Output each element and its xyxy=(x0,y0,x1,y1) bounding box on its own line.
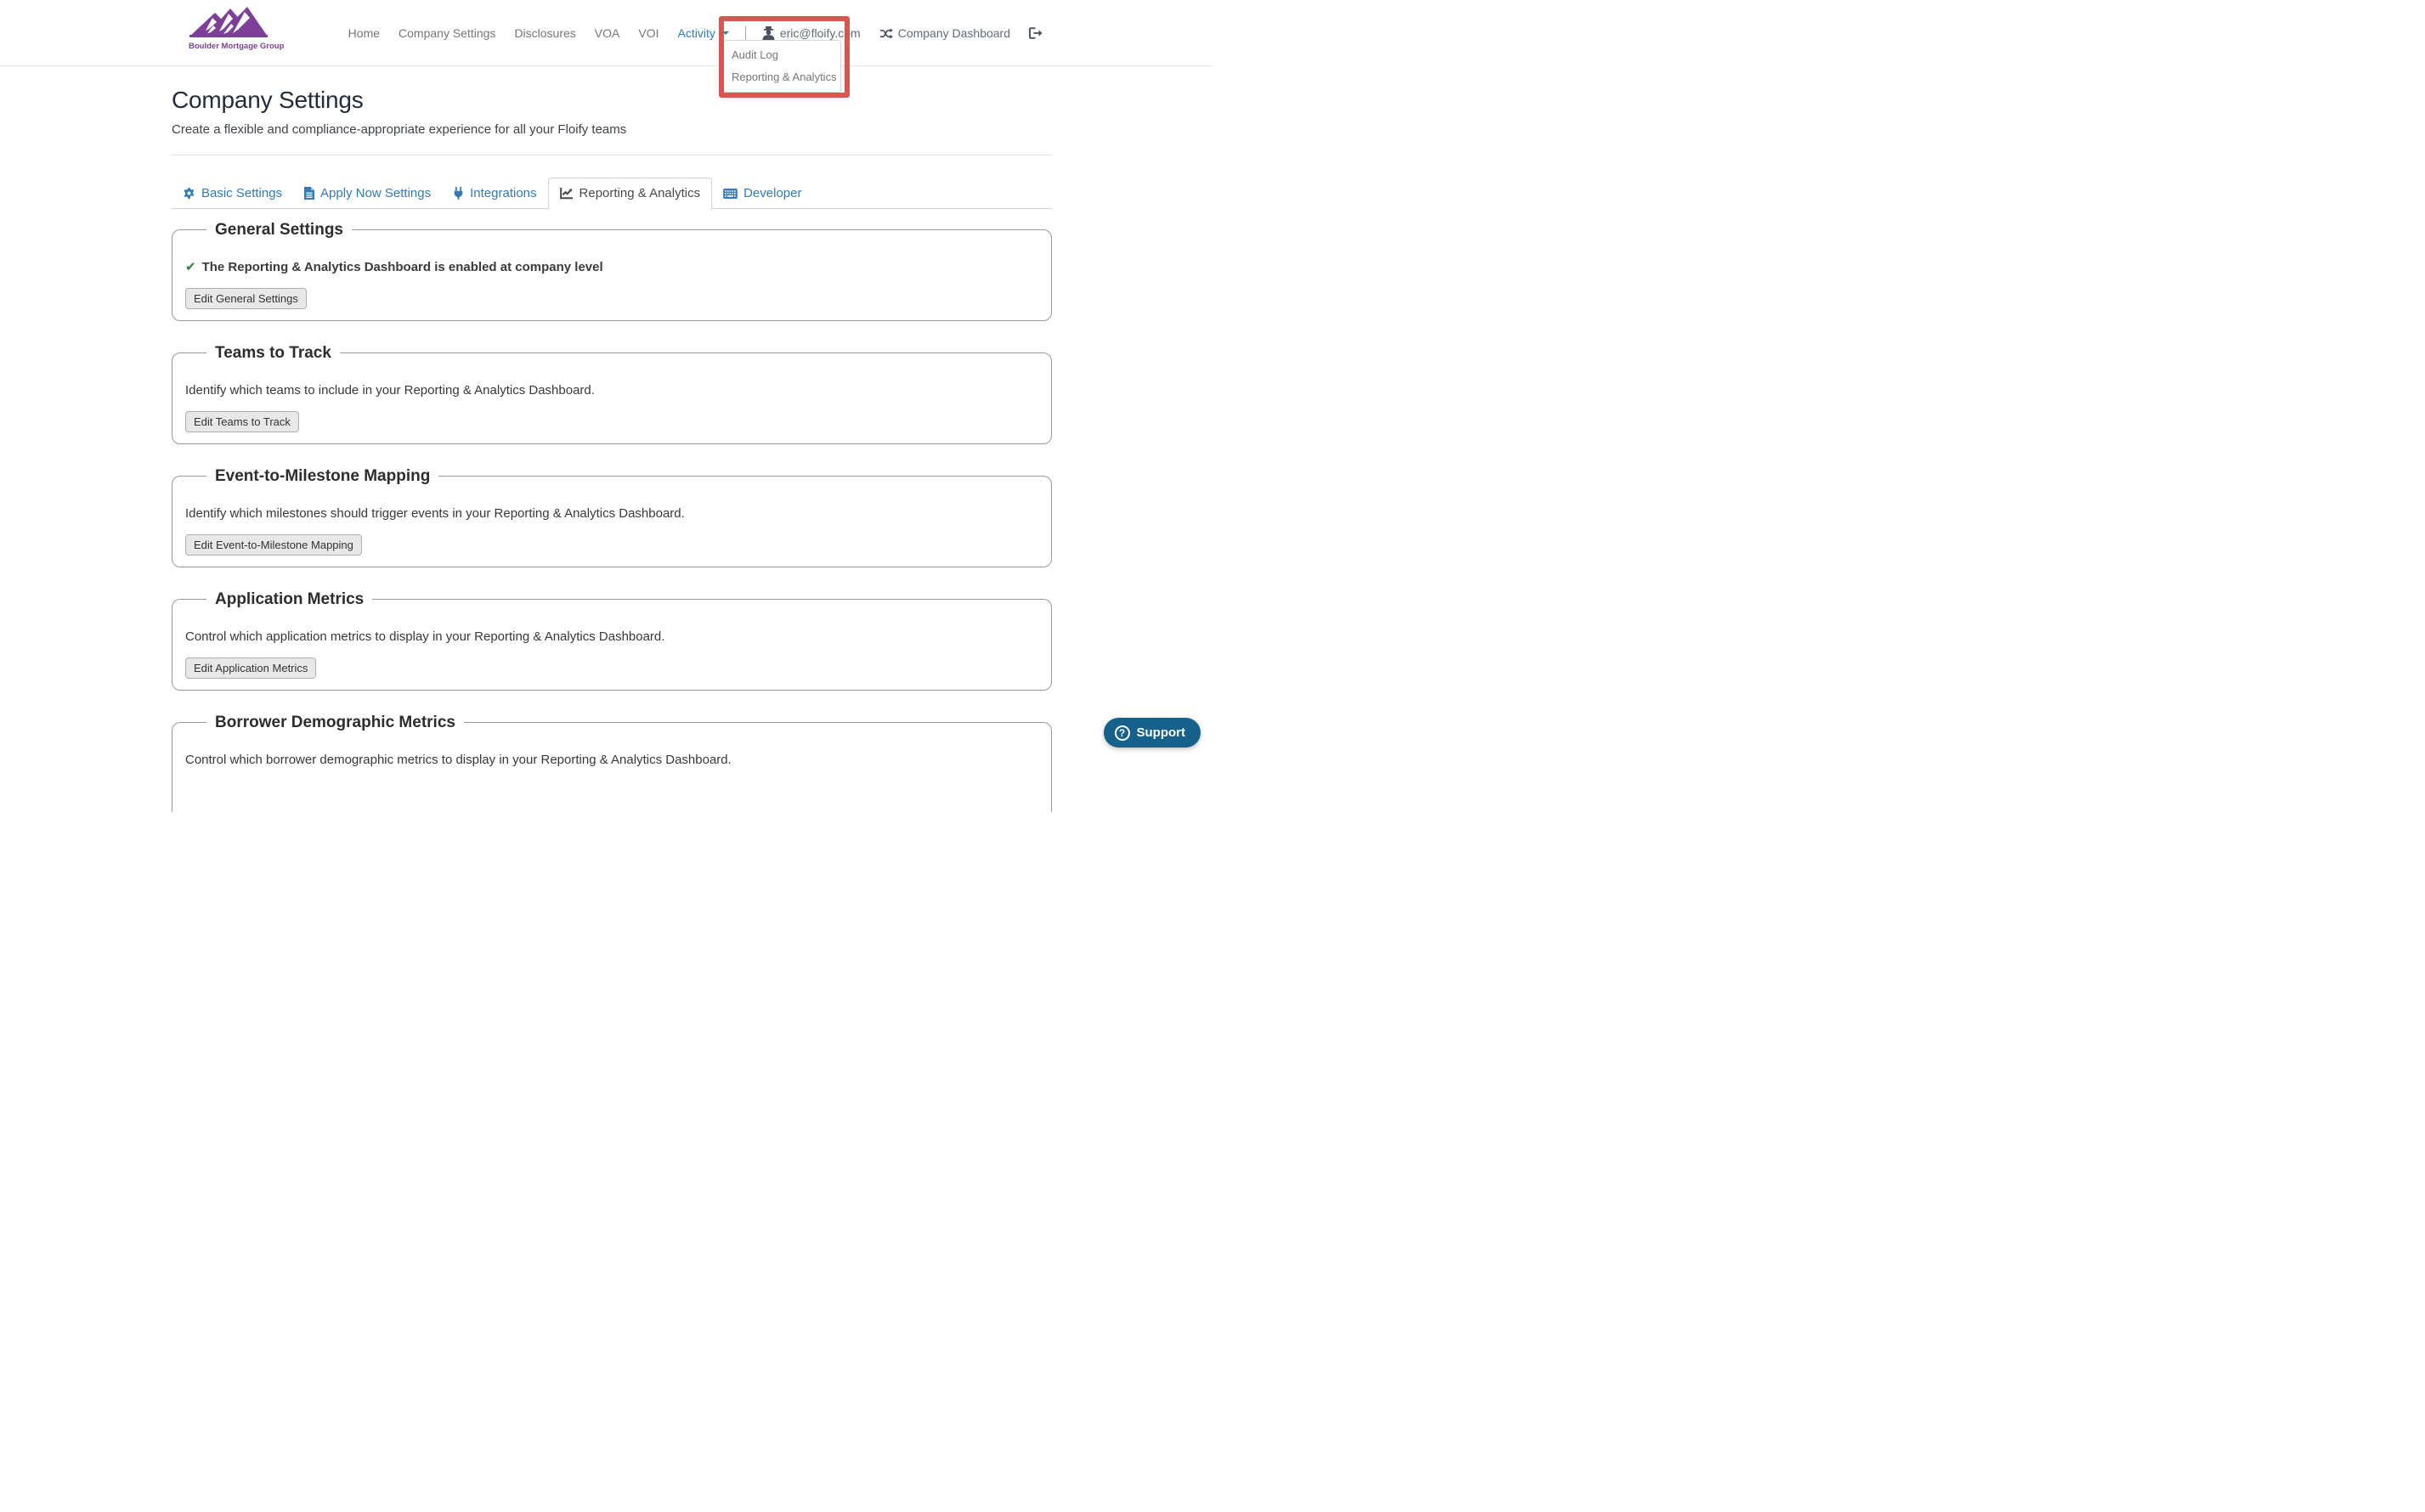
section-description: Identify which milestones should trigger… xyxy=(185,506,685,521)
section-title: General Settings xyxy=(206,218,352,241)
tab-basic-settings[interactable]: Basic Settings xyxy=(172,178,293,208)
section-title: Borrower Demographic Metrics xyxy=(206,711,464,734)
user-email: eric@floify.com xyxy=(779,26,861,40)
check-icon: ✔ xyxy=(185,260,196,274)
status-text: The Reporting & Analytics Dashboard is e… xyxy=(201,260,603,274)
nav-item-user-account[interactable]: eric@floify.com xyxy=(753,26,870,40)
nav-item-disclosures[interactable]: Disclosures xyxy=(505,26,585,40)
shuffle-icon xyxy=(879,27,893,39)
nav-item-home[interactable]: Home xyxy=(339,26,389,40)
edit-event-to-milestone-mapping-button[interactable]: Edit Event-to-Milestone Mapping xyxy=(185,534,362,556)
chart-line-icon xyxy=(559,187,574,200)
company-dashboard-label: Company Dashboard xyxy=(897,26,1010,40)
nav-item-company-settings[interactable]: Company Settings xyxy=(389,26,505,40)
chevron-down-icon xyxy=(721,31,729,35)
top-navbar: Boulder Mortgage Group Home Company Sett… xyxy=(0,0,1212,66)
tab-label: Developer xyxy=(743,186,802,200)
tab-developer[interactable]: Developer xyxy=(712,178,812,208)
section-application-metrics: Application Metrics Control which applic… xyxy=(172,588,1052,691)
section-title: Application Metrics xyxy=(206,588,373,611)
section-event-to-milestone-mapping: Event-to-Milestone Mapping Identify whic… xyxy=(172,465,1052,567)
section-description: Control which application metrics to dis… xyxy=(185,629,665,644)
tab-label: Apply Now Settings xyxy=(320,186,432,200)
brand-logo[interactable]: Boulder Mortgage Group xyxy=(189,7,285,51)
page-subtitle: Create a flexible and compliance-appropr… xyxy=(172,122,627,137)
user-secret-icon xyxy=(762,26,775,40)
section-general-settings: General Settings ✔ The Reporting & Analy… xyxy=(172,218,1052,321)
section-title: Teams to Track xyxy=(206,341,340,364)
gear-icon xyxy=(183,187,195,200)
edit-teams-to-track-button[interactable]: Edit Teams to Track xyxy=(185,411,299,432)
sign-out-icon xyxy=(1029,27,1043,39)
mountain-logo-icon xyxy=(189,7,270,42)
activity-label: Activity xyxy=(677,26,715,40)
tab-label: Integrations xyxy=(470,186,537,200)
section-description: Control which borrower demographic metri… xyxy=(185,753,732,767)
tab-label: Basic Settings xyxy=(201,186,283,200)
nav-item-voi[interactable]: VOI xyxy=(629,26,668,40)
nav-item-company-dashboard[interactable]: Company Dashboard xyxy=(870,26,1020,40)
section-teams-to-track: Teams to Track Identify which teams to i… xyxy=(172,341,1052,444)
section-title: Event-to-Milestone Mapping xyxy=(206,465,439,488)
brand-name: Boulder Mortgage Group xyxy=(189,42,285,51)
main-content: Company Settings Create a flexible and c… xyxy=(172,66,1052,812)
file-icon xyxy=(304,187,315,200)
keyboard-icon xyxy=(723,188,738,199)
status-line: ✔ The Reporting & Analytics Dashboard is… xyxy=(185,258,1038,276)
tab-integrations[interactable]: Integrations xyxy=(442,178,547,208)
nav-divider xyxy=(744,26,746,40)
plug-icon xyxy=(453,187,464,200)
menu-item-reporting-analytics[interactable]: Reporting & Analytics xyxy=(724,66,840,88)
edit-application-metrics-button[interactable]: Edit Application Metrics xyxy=(185,657,317,679)
nav-item-activity-dropdown[interactable]: Activity xyxy=(669,26,738,40)
support-button[interactable]: ? Support xyxy=(1103,718,1201,748)
section-borrower-demographic-metrics: Borrower Demographic Metrics Control whi… xyxy=(172,711,1052,812)
support-label: Support xyxy=(1136,725,1186,740)
tab-apply-now-settings[interactable]: Apply Now Settings xyxy=(293,178,442,208)
activity-dropdown-menu: Audit Log Reporting & Analytics xyxy=(723,40,841,93)
nav-item-logout[interactable] xyxy=(1020,27,1052,39)
question-circle-icon: ? xyxy=(1114,725,1130,741)
edit-general-settings-button[interactable]: Edit General Settings xyxy=(185,288,307,309)
nav-menu: Home Company Settings Disclosures VOA VO… xyxy=(339,0,1052,66)
tab-reporting-analytics[interactable]: Reporting & Analytics xyxy=(547,178,713,209)
settings-tabs: Basic Settings Apply Now Settings Integr… xyxy=(172,178,1052,209)
tab-label: Reporting & Analytics xyxy=(579,186,701,200)
menu-item-audit-log[interactable]: Audit Log xyxy=(724,44,840,66)
section-description: Identify which teams to include in your … xyxy=(185,383,595,398)
page-title: Company Settings xyxy=(172,87,364,113)
nav-item-voa[interactable]: VOA xyxy=(585,26,630,40)
